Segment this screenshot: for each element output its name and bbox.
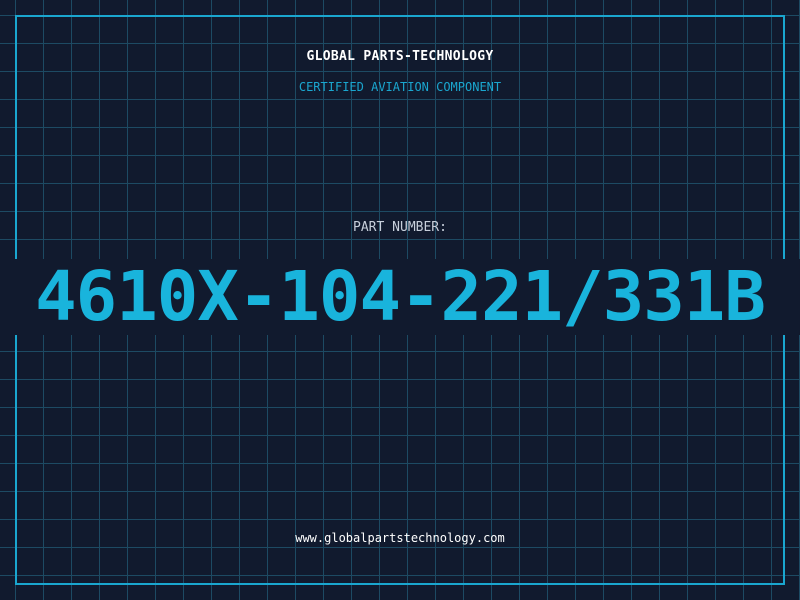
- part-card: GLOBAL PARTS-TECHNOLOGY CERTIFIED AVIATI…: [0, 0, 800, 600]
- part-number-band: 4610X-104-221/331B: [0, 259, 800, 335]
- company-name: GLOBAL PARTS-TECHNOLOGY: [306, 49, 494, 64]
- website-url: www.globalpartstechnology.com: [295, 531, 505, 545]
- part-number-label: PART NUMBER:: [353, 220, 447, 235]
- part-number-value: 4610X-104-221/331B: [35, 259, 766, 335]
- certification-subtitle: CERTIFIED AVIATION COMPONENT: [298, 80, 502, 94]
